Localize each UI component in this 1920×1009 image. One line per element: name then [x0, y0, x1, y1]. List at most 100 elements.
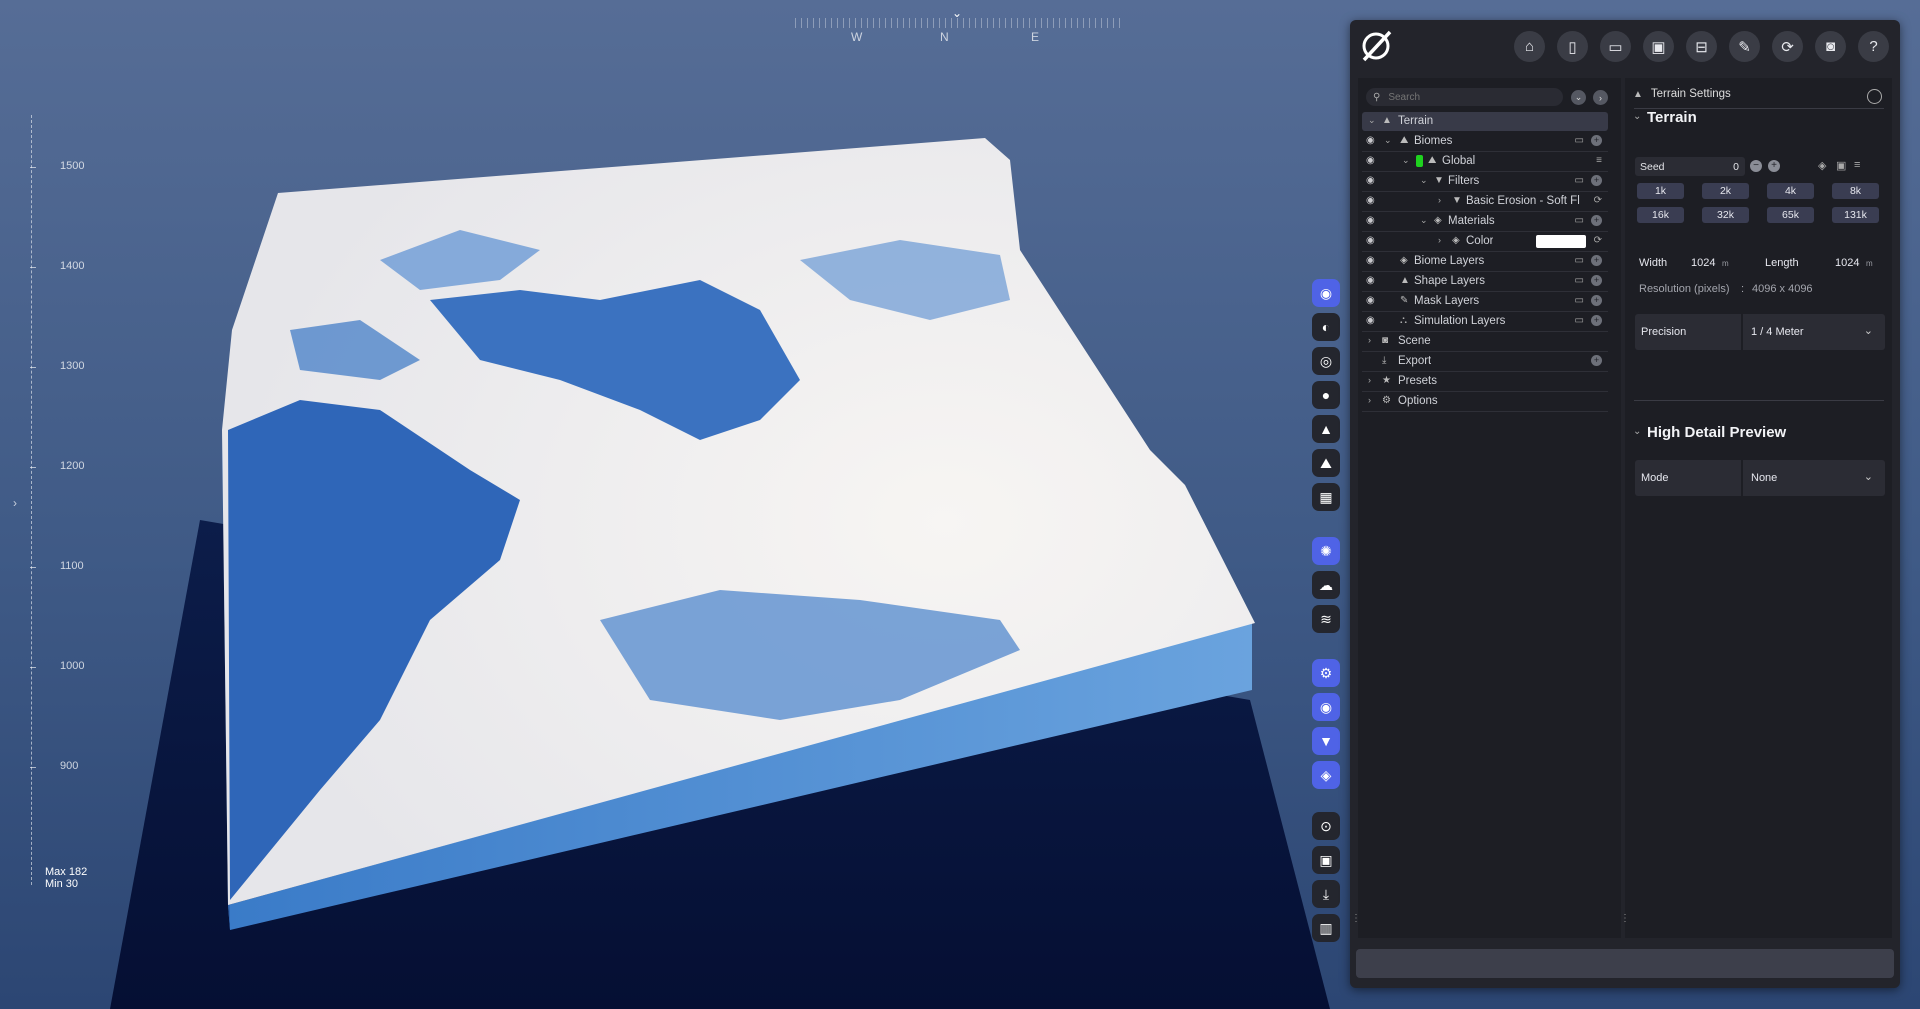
- fog-icon[interactable]: ≋: [1312, 605, 1340, 633]
- add-icon[interactable]: +: [1591, 215, 1602, 226]
- layer-stack-icon[interactable]: ≡: [1596, 155, 1602, 166]
- tree-search-input[interactable]: [1386, 90, 1551, 104]
- chevron-right-icon[interactable]: ›: [1438, 195, 1441, 205]
- mode-dropdown[interactable]: Mode None ⌄: [1635, 460, 1885, 496]
- length-value[interactable]: 1024: [1835, 257, 1859, 269]
- home-icon[interactable]: ⌂: [1514, 31, 1545, 62]
- add-icon[interactable]: +: [1591, 255, 1602, 266]
- tree-item-filters[interactable]: ◉ ⌄ ▼ Filters ▭ +: [1362, 172, 1608, 192]
- visibility-eye-icon[interactable]: ◉: [1366, 315, 1375, 326]
- refresh-icon[interactable]: ⟳: [1594, 235, 1602, 246]
- camera-icon[interactable]: ◙: [1815, 31, 1846, 62]
- folder-icon[interactable]: ▭: [1575, 215, 1584, 226]
- chevron-down-icon[interactable]: ⌄: [1420, 215, 1428, 226]
- save-seed-icon[interactable]: ▣: [1836, 159, 1846, 172]
- new-file-icon[interactable]: ▯: [1557, 31, 1588, 62]
- next-icon[interactable]: ›: [1593, 90, 1608, 105]
- left-splitter-handle[interactable]: ⋮: [1351, 913, 1361, 924]
- filter-icon[interactable]: ▼: [1312, 727, 1340, 755]
- save-icon[interactable]: ▣: [1643, 31, 1674, 62]
- visibility-eye-icon[interactable]: ◉: [1366, 235, 1375, 246]
- landscape-icon[interactable]: ⛰: [1312, 449, 1340, 477]
- tree-item-global[interactable]: ◉ ⌄ ⛰ Global ≡: [1362, 152, 1608, 172]
- chevron-down-icon[interactable]: ⌄: [1633, 426, 1641, 437]
- tree-item-color[interactable]: ◉ › ◈ Color ⟳: [1362, 232, 1608, 252]
- tree-item-simulation-layers[interactable]: ◉ ⛬ Simulation Layers ▭ +: [1362, 312, 1608, 332]
- precision-dropdown[interactable]: Precision 1 / 4 Meter ⌄: [1635, 314, 1885, 350]
- save-as-icon[interactable]: ⊟: [1686, 31, 1717, 62]
- folder-icon[interactable]: ▭: [1575, 135, 1584, 146]
- water-drop-icon[interactable]: ●: [1312, 381, 1340, 409]
- center-splitter-handle[interactable]: ⋮: [1620, 913, 1630, 924]
- chevron-down-icon[interactable]: ⌄: [1633, 111, 1641, 122]
- folder-icon[interactable]: ▭: [1575, 275, 1584, 286]
- export-edit-icon[interactable]: ✎: [1729, 31, 1760, 62]
- expand-left-panel-icon[interactable]: ›: [13, 496, 17, 510]
- sun-icon[interactable]: ✺: [1312, 537, 1340, 565]
- chevron-right-icon[interactable]: ›: [1368, 375, 1371, 385]
- add-icon[interactable]: +: [1591, 355, 1602, 366]
- seed-field[interactable]: Seed 0: [1635, 157, 1745, 176]
- chevron-right-icon[interactable]: ›: [1368, 395, 1371, 405]
- compass[interactable]: ⌄ W N E: [795, 6, 1125, 50]
- help-icon[interactable]: ?: [1858, 31, 1889, 62]
- folder-icon[interactable]: ▭: [1575, 255, 1584, 266]
- settings-options-icon[interactable]: [1867, 89, 1882, 104]
- download-icon[interactable]: ⤓: [1312, 880, 1340, 908]
- image-icon[interactable]: ▣: [1312, 846, 1340, 874]
- terrain-tool-icon[interactable]: ◉: [1312, 279, 1340, 307]
- add-icon[interactable]: +: [1591, 315, 1602, 326]
- random-cube-icon[interactable]: ◈: [1818, 159, 1826, 172]
- render-settings-icon[interactable]: ⚙: [1312, 659, 1340, 687]
- folder-icon[interactable]: ▭: [1575, 315, 1584, 326]
- chart-icon[interactable]: ▥: [1312, 914, 1340, 942]
- tree-search-box[interactable]: ⚲: [1366, 88, 1563, 106]
- visibility-eye-icon[interactable]: ◉: [1366, 255, 1375, 266]
- tree-item-mask-layers[interactable]: ◉ ✎ Mask Layers ▭ +: [1362, 292, 1608, 312]
- color-swatch[interactable]: [1536, 235, 1586, 248]
- visibility-eye-icon[interactable]: ◉: [1366, 175, 1375, 186]
- seed-list-icon[interactable]: ≡: [1854, 159, 1860, 171]
- chevron-down-icon[interactable]: ⌄: [1384, 135, 1392, 146]
- add-icon[interactable]: +: [1591, 295, 1602, 306]
- resolution-16k-button[interactable]: 16k: [1637, 207, 1684, 223]
- tree-item-scene[interactable]: › ◙ Scene: [1362, 332, 1608, 352]
- globe-tool-icon[interactable]: ◐: [1312, 313, 1340, 341]
- tree-item-basic-erosion[interactable]: ◉ › ▼ Basic Erosion - Soft Fl ⟳: [1362, 192, 1608, 212]
- resolution-4k-button[interactable]: 4k: [1767, 183, 1814, 199]
- resolution-8k-button[interactable]: 8k: [1832, 183, 1879, 199]
- visibility-eye-icon[interactable]: ◉: [1366, 215, 1375, 226]
- tree-item-terrain[interactable]: ⌄ ▲ Terrain: [1362, 112, 1608, 131]
- open-folder-icon[interactable]: ▭: [1600, 31, 1631, 62]
- chevron-down-icon[interactable]: ⌄: [1368, 115, 1376, 126]
- mountain-icon[interactable]: ▲: [1312, 415, 1340, 443]
- tree-item-options[interactable]: › ⚙ Options: [1362, 392, 1608, 412]
- width-value[interactable]: 1024: [1691, 257, 1715, 269]
- tree-item-presets[interactable]: › ★ Presets: [1362, 372, 1608, 392]
- chevron-down-icon[interactable]: ⌄: [1420, 175, 1428, 186]
- folder-icon[interactable]: ▭: [1575, 175, 1584, 186]
- folder-icon[interactable]: ▭: [1575, 295, 1584, 306]
- tree-item-shape-layers[interactable]: ◉ ▲ Shape Layers ▭ +: [1362, 272, 1608, 292]
- visibility-eye-icon[interactable]: ◉: [1366, 155, 1375, 166]
- resolution-131k-button[interactable]: 131k: [1832, 207, 1879, 223]
- biome-tool-icon[interactable]: ◎: [1312, 347, 1340, 375]
- visibility-eye-icon[interactable]: ◉: [1366, 135, 1375, 146]
- resolution-65k-button[interactable]: 65k: [1767, 207, 1814, 223]
- chevron-right-icon[interactable]: ›: [1368, 335, 1371, 345]
- tree-item-biomes[interactable]: ◉ ⌄ ⛰ Biomes ▭ +: [1362, 132, 1608, 152]
- refresh-icon[interactable]: ⟳: [1772, 31, 1803, 62]
- add-icon[interactable]: +: [1591, 175, 1602, 186]
- visibility-eye-icon[interactable]: ◉: [1366, 275, 1375, 286]
- refresh-icon[interactable]: ⟳: [1594, 195, 1602, 206]
- decrement-seed-icon[interactable]: −: [1750, 160, 1762, 172]
- grid-icon[interactable]: ▦: [1312, 483, 1340, 511]
- visibility-eye-icon[interactable]: ◉: [1366, 195, 1375, 206]
- layers-icon[interactable]: ◈: [1312, 761, 1340, 789]
- cloud-icon[interactable]: ☁: [1312, 571, 1340, 599]
- resolution-1k-button[interactable]: 1k: [1637, 183, 1684, 199]
- add-icon[interactable]: +: [1591, 275, 1602, 286]
- visibility-eye-icon[interactable]: ◉: [1366, 295, 1375, 306]
- tree-item-materials[interactable]: ◉ ⌄ ◈ Materials ▭ +: [1362, 212, 1608, 232]
- add-icon[interactable]: +: [1591, 135, 1602, 146]
